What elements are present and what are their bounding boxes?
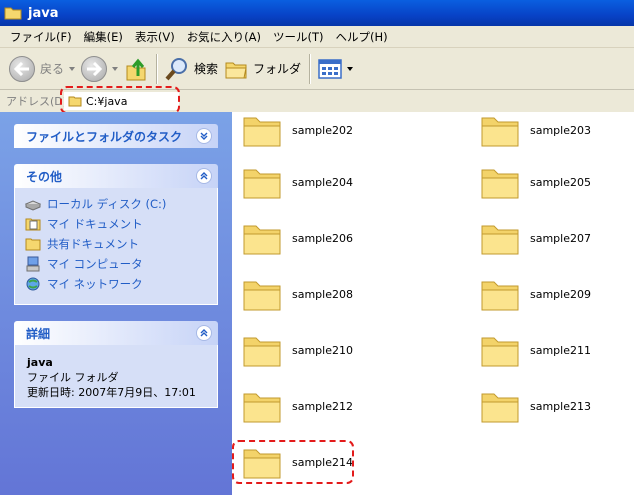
folder-icon (243, 225, 281, 255)
other-panel-title: その他 (26, 169, 63, 184)
menu-help[interactable]: ヘルプ(H) (330, 29, 394, 45)
up-folder-button[interactable] (121, 52, 151, 86)
link-my-network[interactable]: マイ ネットワーク (15, 274, 217, 294)
tasks-panel-title: ファイルとフォルダのタスク (26, 129, 183, 144)
folder-item[interactable]: sample205 (480, 164, 591, 200)
hard-disk-icon (25, 200, 41, 211)
folder-item[interactable]: sample202 (242, 112, 353, 148)
window-title: java (28, 5, 59, 21)
folder-item[interactable]: sample212 (242, 388, 353, 424)
folder-view: sample202 sample203 sample204 sample205 … (232, 112, 634, 495)
toolbar-separator (156, 53, 158, 84)
menu-edit[interactable]: 編集(E) (78, 29, 129, 45)
link-my-documents[interactable]: マイ ドキュメント (15, 214, 217, 234)
forward-arrow-icon (81, 55, 108, 82)
folder-item[interactable]: sample204 (242, 164, 353, 200)
folder-icon (481, 337, 519, 367)
folder-item[interactable]: sample207 (480, 220, 591, 256)
details-name: java (27, 356, 53, 369)
title-bar: java (0, 0, 634, 26)
folder-icon (4, 7, 22, 20)
folder-icon (481, 117, 519, 147)
menu-tools[interactable]: ツール(T) (267, 29, 330, 45)
details-modified: 更新日時: 2007年7月9日、17:01 (27, 386, 196, 399)
network-icon (26, 277, 40, 291)
other-panel-body: ローカル ディスク (C:) マイ ドキュメント 共有ドキュメント マイ コンピ… (14, 188, 218, 305)
menu-bar: ファイル(F) 編集(E) 表示(V) お気に入り(A) ツール(T) ヘルプ(… (0, 26, 634, 48)
back-button[interactable]: 戻る (6, 52, 78, 86)
expand-icon[interactable] (196, 128, 212, 144)
details-panel-title: 詳細 (26, 326, 51, 341)
folder-item[interactable]: sample208 (242, 276, 353, 312)
computer-icon (26, 256, 40, 272)
toolbar-separator (309, 53, 311, 84)
menu-view[interactable]: 表示(V) (129, 29, 181, 45)
shared-folder-icon (25, 238, 41, 251)
folders-label: フォルダ (253, 62, 302, 76)
search-label: 検索 (194, 62, 219, 76)
other-panel-header[interactable]: その他 (14, 164, 218, 188)
views-button[interactable] (315, 52, 356, 86)
address-bar: アドレス(D) C:¥java (0, 86, 634, 114)
folder-icon (243, 337, 281, 367)
forward-button[interactable] (78, 52, 121, 86)
details-panel-body: java ファイル フォルダ 更新日時: 2007年7月9日、17:01 (14, 345, 218, 408)
back-arrow-icon (9, 55, 35, 82)
folder-item[interactable]: sample211 (480, 332, 591, 368)
search-icon (165, 57, 188, 80)
address-highlight (60, 86, 180, 114)
folder-icon (243, 281, 281, 311)
folder-icon (243, 169, 281, 199)
up-folder-icon (126, 58, 146, 80)
back-label: 戻る (40, 62, 65, 76)
details-type: ファイル フォルダ (27, 371, 119, 384)
folder-icon (481, 169, 519, 199)
search-button[interactable]: 検索 (162, 52, 221, 86)
task-pane: ファイルとフォルダのタスク その他 ローカル ディスク (C:) マイ ドキュメ… (0, 112, 232, 495)
folder-icon (481, 393, 519, 423)
folder-icon (481, 281, 519, 311)
details-panel-header[interactable]: 詳細 (14, 321, 218, 345)
link-shared-documents[interactable]: 共有ドキュメント (15, 234, 217, 254)
menu-file[interactable]: ファイル(F) (4, 29, 78, 45)
collapse-icon[interactable] (196, 168, 212, 184)
address-label: アドレス(D) (6, 95, 68, 108)
link-local-disk[interactable]: ローカル ディスク (C:) (15, 194, 217, 214)
toolbar: 戻る 検索 フォルダ (0, 48, 634, 90)
folder-item[interactable]: sample213 (480, 388, 591, 424)
folder-item[interactable]: sample209 (480, 276, 591, 312)
folder-item[interactable]: sample206 (242, 220, 353, 256)
views-icon (318, 58, 342, 79)
menu-favorites[interactable]: お気に入り(A) (181, 29, 267, 45)
folders-button[interactable]: フォルダ (221, 52, 304, 86)
my-documents-icon (25, 218, 41, 231)
folder-item[interactable]: sample210 (242, 332, 353, 368)
views-dropdown-icon[interactable] (347, 66, 354, 71)
link-my-computer[interactable]: マイ コンピュータ (15, 254, 217, 274)
back-dropdown-icon[interactable] (69, 66, 76, 71)
new-folder-highlight (232, 440, 354, 484)
tasks-panel-header[interactable]: ファイルとフォルダのタスク (14, 124, 218, 148)
folder-icon (243, 117, 281, 147)
forward-dropdown-icon[interactable] (112, 66, 119, 71)
folder-icon (243, 393, 281, 423)
folder-item[interactable]: sample203 (480, 112, 591, 148)
folder-icon (481, 225, 519, 255)
folders-icon (225, 62, 247, 78)
collapse-icon[interactable] (196, 325, 212, 341)
